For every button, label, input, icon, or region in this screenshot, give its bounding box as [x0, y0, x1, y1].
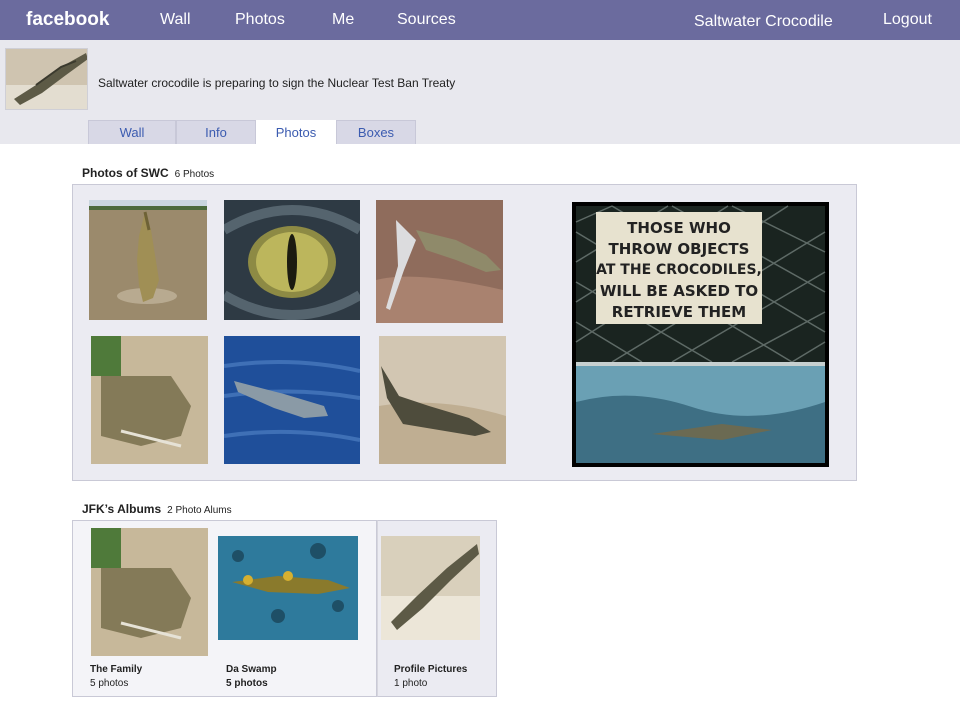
avatar[interactable]: [5, 48, 88, 110]
album-cover-the-family[interactable]: [91, 528, 208, 656]
albums-section-count: 2 Photo Alums: [167, 505, 232, 516]
photo-thumbnail[interactable]: [224, 336, 360, 464]
photos-section-count: 6 Photos: [174, 169, 215, 180]
tab-info[interactable]: Info: [176, 120, 256, 144]
sign-line: THROW OBJECTS: [608, 240, 750, 258]
album-cover-da-swamp[interactable]: [218, 536, 358, 640]
albums-section-title: JFK’s Albums 2 Photo Alums: [82, 502, 232, 516]
photo-thumbnail[interactable]: [376, 200, 503, 323]
photo-thumbnail[interactable]: [379, 336, 506, 464]
nav-link-me[interactable]: Me: [332, 11, 354, 29]
album-name-profile-pictures[interactable]: Profile Pictures: [394, 664, 467, 675]
album-count-profile-pictures: 1 photo: [394, 678, 428, 689]
profile-header: Saltwater crocodile is preparing to sign…: [0, 40, 960, 144]
facebook-logo[interactable]: facebook: [26, 9, 109, 31]
tab-boxes[interactable]: Boxes: [336, 120, 416, 144]
tab-wall[interactable]: Wall: [88, 120, 176, 144]
nav-link-photos[interactable]: Photos: [235, 11, 285, 29]
sign-text: THOSE WHO THROW OBJECTS AT THE CROCODILE…: [596, 218, 762, 323]
sign-line: AT THE CROCODILES,: [596, 262, 762, 278]
tab-photos[interactable]: Photos: [256, 120, 336, 144]
photos-section-title: Photos of SWC 6 Photos: [82, 166, 214, 180]
albums-section-heading: JFK’s Albums: [82, 502, 162, 516]
photos-section-heading: Photos of SWC: [82, 166, 169, 180]
photo-thumbnail[interactable]: [224, 200, 360, 320]
user-name-link[interactable]: Saltwater Crocodile: [694, 13, 833, 31]
album-count-the-family: 5 photos: [90, 678, 129, 689]
crocodile-sign-photo[interactable]: THOSE WHO THROW OBJECTS AT THE CROCODILE…: [572, 202, 829, 467]
nav-link-wall[interactable]: Wall: [160, 11, 191, 29]
sign-line: RETRIEVE THEM: [611, 303, 747, 321]
sign-line: THOSE WHO: [627, 219, 731, 237]
photo-thumbnail[interactable]: [91, 336, 208, 464]
profile-status-text: Saltwater crocodile is preparing to sign…: [98, 76, 456, 90]
nav-link-sources[interactable]: Sources: [397, 11, 456, 29]
top-navigation-bar: facebook Wall Photos Me Sources Saltwate…: [0, 0, 960, 40]
album-count-da-swamp: 5 photos: [226, 678, 268, 689]
album-name-da-swamp[interactable]: Da Swamp: [226, 664, 277, 675]
sign-line: WILL BE ASKED TO: [599, 282, 759, 300]
album-name-the-family[interactable]: The Family: [90, 664, 142, 675]
album-cover-profile-pictures[interactable]: [381, 536, 480, 640]
logout-link[interactable]: Logout: [883, 11, 932, 29]
photo-thumbnail[interactable]: [89, 200, 207, 320]
